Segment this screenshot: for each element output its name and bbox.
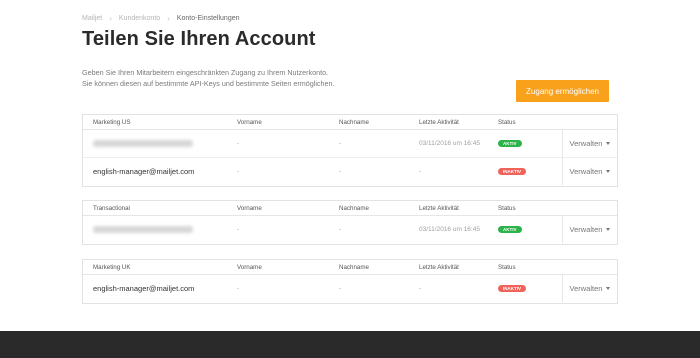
grant-access-button[interactable]: Zugang ermöglichen [516, 80, 609, 102]
cell-last-activity: 03/11/2016 um 16:45 [419, 140, 480, 147]
header-status: Status [498, 119, 516, 126]
description-line-2: Sie können diesen auf bestimmte API-Keys… [82, 79, 335, 88]
breadcrumb-current: Konto-Einstellungen [176, 15, 240, 22]
page-title: Teilen Sie Ihren Account [82, 28, 316, 50]
table-row: english-manager@mailjet.com - - - INAKTI… [83, 158, 617, 186]
status-badge: INAKTIV [498, 285, 526, 292]
header-last-activity: Letzte Aktivität [419, 264, 459, 271]
description-line-1: Geben Sie Ihren Mitarbeitern eingeschrän… [82, 68, 329, 77]
footer-bar [0, 331, 700, 358]
manage-dropdown[interactable]: Verwalten [562, 275, 617, 302]
header-first-name: Vorname [237, 205, 262, 212]
status-badge: AKTIV [498, 226, 522, 233]
chevron-down-icon [606, 228, 611, 231]
header-status: Status [498, 205, 516, 212]
header-group-name: Transactional [93, 205, 130, 212]
header-last-name: Nachname [339, 119, 369, 126]
breadcrumb-mailjet[interactable]: Mailjet [82, 15, 102, 22]
access-table-transactional: Transactional Vorname Nachname Letzte Ak… [82, 200, 618, 245]
table-row: - - 03/11/2016 um 16:45 AKTIV Verwalten [83, 216, 617, 244]
table-header: Marketing US Vorname Nachname Letzte Akt… [83, 115, 617, 130]
cell-last-activity: - [419, 285, 422, 292]
header-last-activity: Letzte Aktivität [419, 205, 459, 212]
chevron-down-icon [606, 170, 611, 173]
status-badge: INAKTIV [498, 168, 526, 175]
chevron-down-icon [606, 287, 611, 290]
manage-dropdown[interactable]: Verwalten [562, 216, 617, 243]
breadcrumb-kundenkonto[interactable]: Kundenkonto [119, 15, 160, 22]
page-description: Geben Sie Ihren Mitarbeitern eingeschrän… [82, 67, 402, 89]
cell-last-name: - [339, 140, 342, 147]
chevron-down-icon [606, 142, 611, 145]
breadcrumb: Mailjet › Kundenkonto › Konto-Einstellun… [82, 14, 240, 23]
access-table-marketing-us: Marketing US Vorname Nachname Letzte Akt… [82, 114, 618, 187]
table-header: Marketing UK Vorname Nachname Letzte Akt… [83, 260, 617, 275]
breadcrumb-separator-icon: › [109, 14, 112, 23]
cell-first-name: - [237, 140, 240, 147]
table-row: english-manager@mailjet.com - - - INAKTI… [83, 275, 617, 303]
table-row: - - 03/11/2016 um 16:45 AKTIV Verwalten [83, 130, 617, 158]
cell-last-activity: 03/11/2016 um 16:45 [419, 226, 480, 233]
cell-email: english-manager@mailjet.com [93, 284, 195, 293]
header-group-name: Marketing UK [93, 264, 131, 271]
manage-dropdown[interactable]: Verwalten [562, 158, 617, 185]
manage-dropdown[interactable]: Verwalten [562, 130, 617, 157]
header-last-name: Nachname [339, 264, 369, 271]
manage-label: Verwalten [569, 167, 603, 176]
cell-first-name: - [237, 168, 240, 175]
manage-label: Verwalten [569, 225, 603, 234]
access-table-marketing-uk: Marketing UK Vorname Nachname Letzte Akt… [82, 259, 618, 304]
header-status: Status [498, 264, 516, 271]
cell-last-name: - [339, 226, 342, 233]
cell-last-name: - [339, 285, 342, 292]
status-badge: AKTIV [498, 140, 522, 147]
header-first-name: Vorname [237, 264, 262, 271]
manage-label: Verwalten [569, 139, 603, 148]
blurred-email [93, 226, 193, 233]
cell-last-activity: - [419, 168, 422, 175]
cell-email: english-manager@mailjet.com [93, 167, 195, 176]
table-header: Transactional Vorname Nachname Letzte Ak… [83, 201, 617, 216]
breadcrumb-separator-icon: › [167, 14, 170, 23]
header-group-name: Marketing US [93, 119, 131, 126]
header-last-name: Nachname [339, 205, 369, 212]
header-last-activity: Letzte Aktivität [419, 119, 459, 126]
blurred-email [93, 140, 193, 147]
cell-last-name: - [339, 168, 342, 175]
manage-label: Verwalten [569, 284, 603, 293]
header-first-name: Vorname [237, 119, 262, 126]
cell-first-name: - [237, 285, 240, 292]
cell-first-name: - [237, 226, 240, 233]
